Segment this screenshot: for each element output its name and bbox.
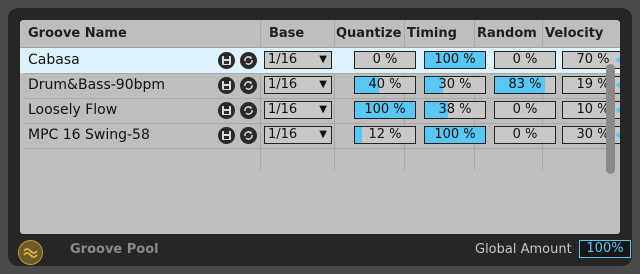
header-quantize[interactable]: Quantize [336,20,401,47]
commit-icon[interactable] [240,52,257,69]
groove-table: Groove Name Base Quantize Timing Random … [20,20,620,234]
quantize-slider[interactable]: 40 % [354,76,416,94]
quantize-slider[interactable]: 12 % [354,126,416,144]
table-row[interactable]: MPC 16 Swing-58 1/16 ▼ 12 % 100 % 0 % 30 % [20,123,620,148]
quantize-value: 12 % [368,127,402,142]
base-value: 1/16 [268,52,298,67]
table-header: Groove Name Base Quantize Timing Random … [20,20,620,47]
random-slider[interactable]: 83 % [494,76,556,94]
quantize-value: 40 % [368,77,402,92]
quantize-slider[interactable]: 100 % [354,101,416,119]
global-amount-label: Global Amount [475,242,572,257]
base-value: 1/16 [268,77,298,92]
chevron-down-icon: ▼ [319,129,327,140]
groove-pool-footer: Groove Pool Global Amount 100% [54,234,636,264]
header-random[interactable]: Random [477,20,537,47]
groove-pool-title: Groove Pool [70,242,159,257]
row-divider [24,148,614,149]
global-amount-field[interactable]: 100% [579,240,631,258]
groove-name: Cabasa [28,52,80,68]
random-slider[interactable]: 0 % [494,51,556,69]
commit-icon[interactable] [240,127,257,144]
base-dropdown[interactable]: 1/16 ▼ [264,126,332,144]
timing-value: 100 % [434,127,476,142]
table-row[interactable]: Loosely Flow 1/16 ▼ 100 % 38 % 0 % 10 % [20,98,620,123]
table-row[interactable]: Drum&Bass-90bpm 1/16 ▼ 40 % 30 % 83 % 19 % [20,73,620,98]
save-icon[interactable] [218,127,235,144]
timing-slider[interactable]: 100 % [424,51,486,69]
base-value: 1/16 [268,102,298,117]
timing-slider[interactable]: 30 % [424,76,486,94]
base-dropdown[interactable]: 1/16 ▼ [264,101,332,119]
quantize-slider[interactable]: 0 % [354,51,416,69]
base-dropdown[interactable]: 1/16 ▼ [264,51,332,69]
quantize-value: 100 % [364,102,406,117]
wave-icon [23,248,38,258]
random-value: 0 % [512,102,538,117]
commit-icon[interactable] [240,102,257,119]
base-dropdown[interactable]: 1/16 ▼ [264,76,332,94]
header-timing[interactable]: Timing [407,20,457,47]
quantize-value: 0 % [372,52,398,67]
groove-name: Loosely Flow [28,102,118,118]
groove-name: MPC 16 Swing-58 [28,127,150,143]
chevron-down-icon: ▼ [319,54,327,65]
random-value: 0 % [512,127,538,142]
random-value: 0 % [512,52,538,67]
groove-pool-toggle-button[interactable] [18,240,43,265]
random-slider[interactable]: 0 % [494,126,556,144]
chevron-down-icon: ▼ [319,79,327,90]
timing-value: 38 % [438,102,472,117]
timing-slider[interactable]: 38 % [424,101,486,119]
groove-pool-panel: Groove Name Base Quantize Timing Random … [8,8,632,266]
timing-slider[interactable]: 100 % [424,126,486,144]
save-icon[interactable] [218,52,235,69]
timing-value: 100 % [434,52,476,67]
header-velocity[interactable]: Velocity [545,20,603,47]
base-value: 1/16 [268,127,298,142]
scrollbar-thumb[interactable] [606,64,615,174]
save-icon[interactable] [218,77,235,94]
timing-value: 30 % [438,77,472,92]
header-groove-name[interactable]: Groove Name [28,20,127,47]
random-slider[interactable]: 0 % [494,101,556,119]
header-base[interactable]: Base [269,20,304,47]
commit-icon[interactable] [240,77,257,94]
groove-name: Drum&Bass-90bpm [28,77,166,93]
chevron-down-icon: ▼ [319,104,327,115]
random-value: 83 % [508,77,542,92]
table-row[interactable]: Cabasa 1/16 ▼ 0 % 100 % 0 % 70 % [20,48,620,73]
save-icon[interactable] [218,102,235,119]
